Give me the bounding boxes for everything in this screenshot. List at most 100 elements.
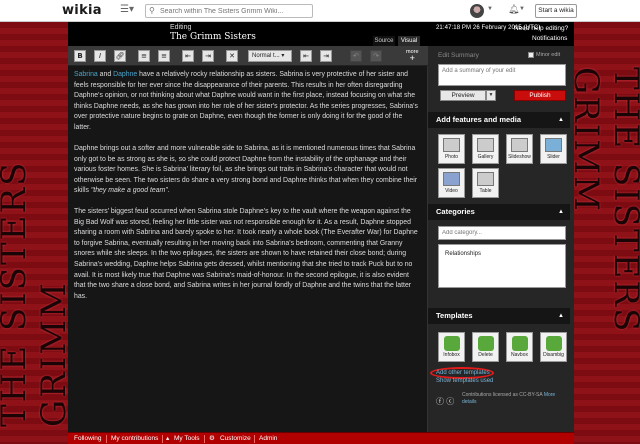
media-gallery-button[interactable]: Gallery (472, 134, 499, 164)
license-text: Contributions licensed as CC-BY-SA More … (462, 392, 562, 406)
media-label: Table (479, 188, 492, 194)
bold-button[interactable]: B (74, 50, 86, 62)
minor-edit-label: Minor edit (536, 52, 561, 58)
background-left-panel: THE SISTERS GRIMM (0, 22, 74, 444)
indent-icon[interactable]: ⇥ (202, 50, 214, 62)
slideshow-icon (511, 138, 528, 152)
help-editing-link[interactable]: Need help editing? (514, 25, 568, 32)
media-video-button[interactable]: Video (438, 168, 465, 198)
chevron-down-icon[interactable]: ▼ (487, 6, 493, 12)
background-right-panel: THE SISTERS GRIMM (566, 22, 640, 444)
template-infobox-button[interactable]: Infobox (438, 332, 465, 362)
search-box[interactable]: ⚲ (145, 4, 313, 18)
my-contributions-link[interactable]: My contributions (111, 434, 158, 444)
format-dropdown[interactable]: Normal t... ▾ (248, 50, 292, 62)
more-tools-button[interactable]: more + (406, 49, 419, 63)
bullet-list-icon[interactable]: ≡ (138, 50, 150, 62)
preview-button[interactable]: Preview (440, 90, 486, 101)
my-tools-link[interactable]: My Tools (174, 434, 200, 444)
hamburger-menu-icon[interactable]: ☰▾ (120, 4, 134, 15)
global-navigation: wikia ☰▾ ⚲ ▼ 🔔︎ ▼ Start a wikia (0, 0, 640, 22)
background-side-text: THE SISTERS GRIMM (0, 160, 74, 427)
video-icon (443, 172, 460, 186)
puzzle-icon (511, 336, 528, 351)
customize-link[interactable]: Customize (220, 434, 251, 444)
search-input[interactable] (160, 5, 310, 17)
media-label: Video (445, 188, 458, 194)
slider-icon (545, 138, 562, 152)
media-slideshow-button[interactable]: Slideshow (506, 134, 533, 164)
media-label: Slideshow (508, 154, 531, 160)
editing-label: Editing (170, 24, 192, 31)
license-icons: ⓕ ⓒ (436, 397, 455, 406)
features-section-header[interactable]: Add features and media ▲ (428, 112, 570, 128)
text-segment: and (97, 71, 114, 78)
clear-format-icon[interactable]: ✕ (226, 50, 238, 62)
template-label: Navbox (511, 352, 528, 358)
wikia-logo[interactable]: wikia (62, 3, 102, 18)
tab-visual[interactable]: Visual (398, 36, 420, 46)
editor-header: Editing The Grimm Sisters Source Visual … (68, 22, 574, 46)
chevron-down-icon[interactable]: ▼ (486, 90, 496, 101)
paragraph-3: The sisters' biggest feud occurred when … (74, 208, 418, 300)
edit-summary-field[interactable] (438, 64, 566, 86)
table-icon (477, 172, 494, 186)
summary-label: Edit Summary (438, 52, 479, 59)
license-label: Contributions licensed as CC-BY-SA (462, 392, 543, 398)
editor-content[interactable]: Sabrina and Daphne have a relatively roc… (68, 66, 428, 432)
divider (106, 435, 107, 443)
puzzle-icon (477, 336, 494, 351)
photo-icon (443, 138, 460, 152)
category-list: Relationships (438, 244, 566, 288)
bell-icon[interactable]: 🔔︎ (508, 4, 519, 15)
puzzle-icon (545, 336, 562, 351)
template-delete-button[interactable]: Delete (472, 332, 499, 362)
indent-increase-icon[interactable]: ⇥ (320, 50, 332, 62)
templates-section: Infobox Delete Navbox Disambig Add other… (430, 308, 572, 398)
editor-rail: Edit Summary Minor edit Preview ▼ Publis… (428, 46, 574, 432)
features-title: Add features and media (436, 115, 522, 124)
template-navbox-button[interactable]: Navbox (506, 332, 533, 362)
publish-button[interactable]: Publish (514, 90, 566, 101)
text-segment: have a relatively rocky relationship as … (74, 71, 418, 131)
show-templates-used-link[interactable]: Show templates used (436, 378, 493, 384)
add-category-input[interactable] (438, 226, 566, 240)
template-disambig-button[interactable]: Disambig (540, 332, 567, 362)
redo-icon[interactable]: ↷ (370, 50, 382, 62)
indent-decrease-icon[interactable]: ⇤ (300, 50, 312, 62)
outdent-icon[interactable]: ⇤ (182, 50, 194, 62)
media-slider-button[interactable]: Slider (540, 134, 567, 164)
media-photo-button[interactable]: Photo (438, 134, 465, 164)
minor-edit-checkbox[interactable] (528, 52, 534, 58)
undo-icon[interactable]: ↶ (350, 50, 362, 62)
tab-source[interactable]: Source (373, 36, 395, 46)
link-daphne[interactable]: Daphne (113, 71, 137, 78)
template-label: Delete (478, 352, 493, 358)
text-segment: . (167, 187, 170, 195)
media-label: Gallery (477, 154, 494, 160)
quote-text: "they make a good team" (90, 187, 168, 195)
chevron-down-icon[interactable]: ▼ (519, 6, 525, 12)
numbered-list-icon[interactable]: ≡ (158, 50, 170, 62)
italic-button[interactable]: I (94, 50, 106, 62)
add-other-templates-link[interactable]: Add other templates (436, 370, 490, 376)
collapse-icon[interactable]: ▲ (558, 112, 564, 128)
editor-toolbar: B I 🔗︎ ≡ ≡ ⇤ ⇥ ✕ Normal t... ▾ ⇤ ⇥ ↶ ↷ m… (68, 46, 428, 66)
media-table-button[interactable]: Table (472, 168, 499, 198)
bottom-toolbar: Following My contributions ▴ My Tools ⚙ … (68, 432, 574, 444)
link-sabrina[interactable]: Sabrina (74, 71, 98, 78)
link-icon[interactable]: 🔗︎ (114, 50, 126, 62)
notifications-link[interactable]: Notifications (532, 35, 567, 42)
categories-section: Relationships (430, 204, 572, 304)
media-label: Photo (444, 154, 459, 160)
user-avatar[interactable] (470, 4, 484, 18)
gallery-icon (477, 138, 494, 152)
admin-link[interactable]: Admin (259, 434, 277, 444)
gear-icon: ⚙ (209, 435, 215, 442)
following-link[interactable]: Following (74, 434, 101, 444)
media-label: Slider (547, 154, 560, 160)
paragraph-1: Sabrina and Daphne have a relatively roc… (74, 70, 420, 134)
start-wiki-button[interactable]: Start a wikia (535, 4, 577, 18)
divider (204, 435, 205, 443)
category-item[interactable]: Relationships (445, 251, 481, 257)
